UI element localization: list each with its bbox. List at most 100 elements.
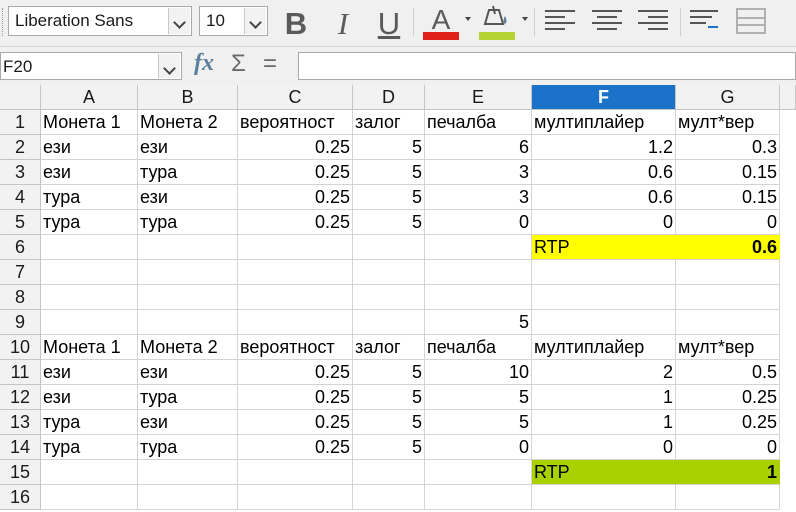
cell-f14[interactable]: 0 bbox=[532, 435, 676, 460]
cell-c6[interactable] bbox=[238, 235, 353, 260]
cell-c4[interactable]: 0.25 bbox=[238, 185, 353, 210]
cell-e15[interactable] bbox=[425, 460, 532, 485]
font-size-dropdown-button[interactable] bbox=[244, 8, 266, 34]
column-header-d[interactable]: D bbox=[353, 85, 425, 110]
cell-f16[interactable] bbox=[532, 485, 676, 510]
cell-g11[interactable]: 0.5 bbox=[676, 360, 780, 385]
cell-e7[interactable] bbox=[425, 260, 532, 285]
row-header-2[interactable]: 2 bbox=[0, 135, 41, 160]
column-header-b[interactable]: B bbox=[138, 85, 238, 110]
cell-a1[interactable]: Монета 1 bbox=[41, 110, 138, 135]
cell-a14[interactable]: тура bbox=[41, 435, 138, 460]
cell-e3[interactable]: 3 bbox=[425, 160, 532, 185]
cell-d13[interactable]: 5 bbox=[353, 410, 425, 435]
cell-d5[interactable]: 5 bbox=[353, 210, 425, 235]
cell-f12[interactable]: 1 bbox=[532, 385, 676, 410]
cell-b13[interactable]: ези bbox=[138, 410, 238, 435]
cell-e6[interactable] bbox=[425, 235, 532, 260]
align-right-icon[interactable] bbox=[638, 8, 668, 34]
cell-g14[interactable]: 0 bbox=[676, 435, 780, 460]
column-header-e[interactable]: E bbox=[425, 85, 532, 110]
cell-a16[interactable] bbox=[41, 485, 138, 510]
cell-b15[interactable] bbox=[138, 460, 238, 485]
cell-a11[interactable]: ези bbox=[41, 360, 138, 385]
cell-d4[interactable]: 5 bbox=[353, 185, 425, 210]
cell-c15[interactable] bbox=[238, 460, 353, 485]
cell-f10[interactable]: мултиплайер bbox=[532, 335, 676, 360]
cell-f1[interactable]: мултиплайер bbox=[532, 110, 676, 135]
cell-g4[interactable]: 0.15 bbox=[676, 185, 780, 210]
cell-e12[interactable]: 5 bbox=[425, 385, 532, 410]
cell-e14[interactable]: 0 bbox=[425, 435, 532, 460]
cell-d14[interactable]: 5 bbox=[353, 435, 425, 460]
cell-c7[interactable] bbox=[238, 260, 353, 285]
cell-f5[interactable]: 0 bbox=[532, 210, 676, 235]
cell-e4[interactable]: 3 bbox=[425, 185, 532, 210]
font-color-dropdown-arrow[interactable] bbox=[465, 17, 471, 21]
italic-button[interactable]: I bbox=[326, 6, 360, 41]
cell-g6[interactable]: 0.6 bbox=[676, 235, 780, 260]
cell-b12[interactable]: тура bbox=[138, 385, 238, 410]
column-header-a[interactable]: A bbox=[41, 85, 138, 110]
cell-g2[interactable]: 0.3 bbox=[676, 135, 780, 160]
cell-b2[interactable]: ези bbox=[138, 135, 238, 160]
column-header-g[interactable]: G bbox=[676, 85, 780, 110]
cell-e2[interactable]: 6 bbox=[425, 135, 532, 160]
cell-b16[interactable] bbox=[138, 485, 238, 510]
row-header-7[interactable]: 7 bbox=[0, 260, 41, 285]
row-header-11[interactable]: 11 bbox=[0, 360, 41, 385]
cell-d16[interactable] bbox=[353, 485, 425, 510]
cell-e13[interactable]: 5 bbox=[425, 410, 532, 435]
cell-b4[interactable]: ези bbox=[138, 185, 238, 210]
spreadsheet-grid[interactable]: A B C D E F G 1 Монета 1 Монета 2 вероятност залог п… bbox=[0, 85, 796, 512]
cell-b9[interactable] bbox=[138, 310, 238, 335]
cell-g15[interactable]: 1 bbox=[676, 460, 780, 485]
cell-a12[interactable]: ези bbox=[41, 385, 138, 410]
cell-g1[interactable]: мулт*вер bbox=[676, 110, 780, 135]
cell-f3[interactable]: 0.6 bbox=[532, 160, 676, 185]
cell-b7[interactable] bbox=[138, 260, 238, 285]
cell-a10[interactable]: Монета 1 bbox=[41, 335, 138, 360]
cell-g7[interactable] bbox=[676, 260, 780, 285]
select-all-corner[interactable] bbox=[0, 85, 41, 110]
cell-d10[interactable]: залог bbox=[353, 335, 425, 360]
font-name-combo[interactable]: Liberation Sans bbox=[8, 6, 192, 36]
cell-f2[interactable]: 1.2 bbox=[532, 135, 676, 160]
cell-b10[interactable]: Монета 2 bbox=[138, 335, 238, 360]
cell-f11[interactable]: 2 bbox=[532, 360, 676, 385]
sum-icon[interactable]: Σ bbox=[231, 50, 246, 78]
row-header-13[interactable]: 13 bbox=[0, 410, 41, 435]
cell-g12[interactable]: 0.25 bbox=[676, 385, 780, 410]
row-header-16[interactable]: 16 bbox=[0, 485, 41, 510]
cell-a15[interactable] bbox=[41, 460, 138, 485]
cell-e10[interactable]: печалба bbox=[425, 335, 532, 360]
cell-d8[interactable] bbox=[353, 285, 425, 310]
cell-c1[interactable]: вероятност bbox=[238, 110, 353, 135]
row-header-6[interactable]: 6 bbox=[0, 235, 41, 260]
cell-a4[interactable]: тура bbox=[41, 185, 138, 210]
cell-g9[interactable] bbox=[676, 310, 780, 335]
cell-a13[interactable]: тура bbox=[41, 410, 138, 435]
name-box-dropdown-button[interactable] bbox=[158, 54, 180, 78]
cell-c12[interactable]: 0.25 bbox=[238, 385, 353, 410]
cell-a3[interactable]: ези bbox=[41, 160, 138, 185]
cell-g13[interactable]: 0.25 bbox=[676, 410, 780, 435]
row-header-4[interactable]: 4 bbox=[0, 185, 41, 210]
row-header-10[interactable]: 10 bbox=[0, 335, 41, 360]
cell-d6[interactable] bbox=[353, 235, 425, 260]
font-name-dropdown-button[interactable] bbox=[168, 8, 190, 34]
cell-a6[interactable] bbox=[41, 235, 138, 260]
cell-f8[interactable] bbox=[532, 285, 676, 310]
row-header-9[interactable]: 9 bbox=[0, 310, 41, 335]
cell-e1[interactable]: печалба bbox=[425, 110, 532, 135]
cell-e11[interactable]: 10 bbox=[425, 360, 532, 385]
row-header-8[interactable]: 8 bbox=[0, 285, 41, 310]
cell-b11[interactable]: ези bbox=[138, 360, 238, 385]
merge-cells-icon[interactable] bbox=[736, 8, 766, 34]
formula-input[interactable] bbox=[298, 52, 796, 80]
cell-g10[interactable]: мулт*вер bbox=[676, 335, 780, 360]
formula-icon[interactable]: = bbox=[263, 50, 277, 78]
cell-f7[interactable] bbox=[532, 260, 676, 285]
cell-g3[interactable]: 0.15 bbox=[676, 160, 780, 185]
wrap-text-icon[interactable] bbox=[690, 8, 720, 34]
